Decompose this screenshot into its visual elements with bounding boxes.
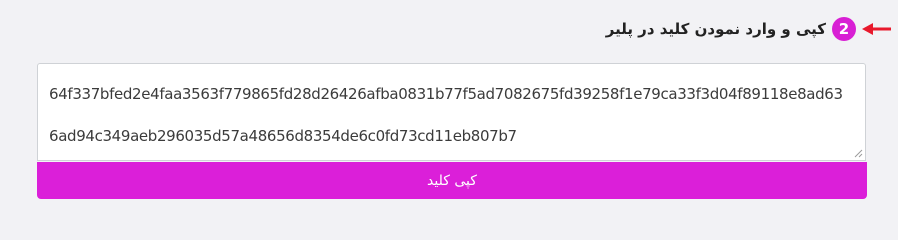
resize-handle-icon[interactable]: [854, 149, 863, 158]
arrow-left-icon: [862, 23, 891, 35]
step-title: کپی و وارد نمودن کلید در پلیر: [605, 20, 826, 38]
step-number-badge: 2: [832, 17, 856, 41]
key-textarea[interactable]: 64f337bfed2e4faa3563f779865fd28d26426afb…: [37, 63, 866, 161]
copy-key-button[interactable]: کپی کلید: [37, 162, 867, 199]
step-header: 2 کپی و وارد نمودن کلید در پلیر: [606, 14, 892, 44]
key-text[interactable]: 64f337bfed2e4faa3563f779865fd28d26426afb…: [49, 73, 851, 157]
